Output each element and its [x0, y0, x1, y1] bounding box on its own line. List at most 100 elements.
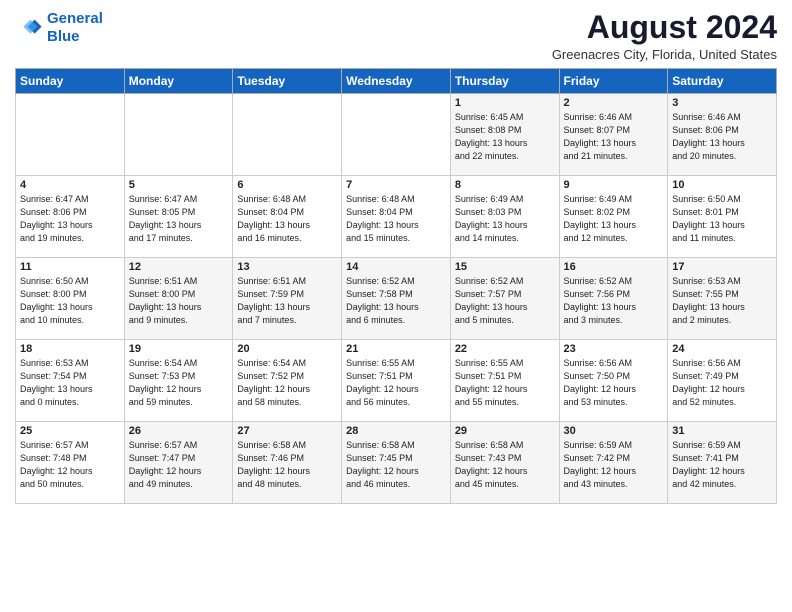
day-info: Sunrise: 6:47 AMSunset: 8:05 PMDaylight:…	[129, 193, 229, 245]
logo-icon	[15, 14, 43, 42]
col-tuesday: Tuesday	[233, 69, 342, 94]
day-number: 3	[672, 97, 772, 109]
day-number: 7	[346, 179, 446, 191]
day-number: 8	[455, 179, 555, 191]
day-info: Sunrise: 6:51 AMSunset: 7:59 PMDaylight:…	[237, 275, 337, 327]
calendar-cell	[342, 94, 451, 176]
calendar-table: Sunday Monday Tuesday Wednesday Thursday…	[15, 68, 777, 504]
day-number: 16	[564, 261, 664, 273]
day-info: Sunrise: 6:54 AMSunset: 7:53 PMDaylight:…	[129, 357, 229, 409]
location: Greenacres City, Florida, United States	[552, 47, 777, 62]
day-number: 22	[455, 343, 555, 355]
day-number: 13	[237, 261, 337, 273]
calendar-cell: 15 Sunrise: 6:52 AMSunset: 7:57 PMDayligh…	[450, 258, 559, 340]
day-info: Sunrise: 6:59 AMSunset: 7:41 PMDaylight:…	[672, 439, 772, 491]
calendar-cell: 2 Sunrise: 6:46 AMSunset: 8:07 PMDaylight…	[559, 94, 668, 176]
calendar-cell: 5 Sunrise: 6:47 AMSunset: 8:05 PMDaylight…	[124, 176, 233, 258]
logo: General Blue	[15, 10, 103, 46]
logo-line2: Blue	[47, 28, 80, 45]
day-info: Sunrise: 6:53 AMSunset: 7:55 PMDaylight:…	[672, 275, 772, 327]
calendar-cell: 30 Sunrise: 6:59 AMSunset: 7:42 PMDayligh…	[559, 422, 668, 504]
calendar-cell: 22 Sunrise: 6:55 AMSunset: 7:51 PMDayligh…	[450, 340, 559, 422]
page: General Blue August 2024 Greenacres City…	[0, 0, 792, 514]
calendar-cell: 12 Sunrise: 6:51 AMSunset: 8:00 PMDayligh…	[124, 258, 233, 340]
calendar-cell: 26 Sunrise: 6:57 AMSunset: 7:47 PMDayligh…	[124, 422, 233, 504]
calendar-cell: 25Sunrise: 6:57 AMSunset: 7:48 PMDayligh…	[16, 422, 125, 504]
day-info: Sunrise: 6:51 AMSunset: 8:00 PMDaylight:…	[129, 275, 229, 327]
calendar-cell: 4 Sunrise: 6:47 AMSunset: 8:06 PMDaylight…	[16, 176, 125, 258]
col-monday: Monday	[124, 69, 233, 94]
day-info: Sunrise: 6:46 AMSunset: 8:07 PMDaylight:…	[564, 111, 664, 163]
day-number: 18	[20, 343, 120, 355]
calendar-cell	[16, 94, 125, 176]
day-number: 30	[564, 425, 664, 437]
calendar-cell: 20Sunrise: 6:54 AMSunset: 7:52 PMDayligh…	[233, 340, 342, 422]
calendar-week-2: 4 Sunrise: 6:47 AMSunset: 8:06 PMDaylight…	[16, 176, 777, 258]
day-number: 2	[564, 97, 664, 109]
calendar-cell: 11 Sunrise: 6:50 AMSunset: 8:00 PMDayligh…	[16, 258, 125, 340]
day-info: Sunrise: 6:57 AMSunset: 7:47 PMDaylight:…	[129, 439, 229, 491]
day-number: 17	[672, 261, 772, 273]
day-info: Sunrise: 6:48 AMSunset: 8:04 PMDaylight:…	[237, 193, 337, 245]
day-number: 11	[20, 261, 120, 273]
calendar-cell: 19 Sunrise: 6:54 AMSunset: 7:53 PMDayligh…	[124, 340, 233, 422]
day-number: 28	[346, 425, 446, 437]
day-info: Sunrise: 6:49 AMSunset: 8:03 PMDaylight:…	[455, 193, 555, 245]
calendar-cell: 23 Sunrise: 6:56 AMSunset: 7:50 PMDayligh…	[559, 340, 668, 422]
day-number: 1	[455, 97, 555, 109]
day-info: Sunrise: 6:55 AMSunset: 7:51 PMDaylight:…	[455, 357, 555, 409]
calendar-cell: 27 Sunrise: 6:58 AMSunset: 7:46 PMDayligh…	[233, 422, 342, 504]
day-number: 4	[20, 179, 120, 191]
logo-line1: General	[47, 10, 103, 27]
day-number: 15	[455, 261, 555, 273]
day-number: 26	[129, 425, 229, 437]
day-info: Sunrise: 6:52 AMSunset: 7:56 PMDaylight:…	[564, 275, 664, 327]
day-info: Sunrise: 6:52 AMSunset: 7:58 PMDaylight:…	[346, 275, 446, 327]
calendar-cell: 28 Sunrise: 6:58 AMSunset: 7:45 PMDayligh…	[342, 422, 451, 504]
day-number: 9	[564, 179, 664, 191]
day-number: 5	[129, 179, 229, 191]
col-wednesday: Wednesday	[342, 69, 451, 94]
day-number: 14	[346, 261, 446, 273]
day-number: 23	[564, 343, 664, 355]
day-info: Sunrise: 6:50 AMSunset: 8:00 PMDaylight:…	[20, 275, 120, 327]
day-number: 27	[237, 425, 337, 437]
calendar-cell: 1 Sunrise: 6:45 AMSunset: 8:08 PMDaylight…	[450, 94, 559, 176]
day-info: Sunrise: 6:47 AMSunset: 8:06 PMDaylight:…	[20, 193, 120, 245]
calendar-cell: 21 Sunrise: 6:55 AMSunset: 7:51 PMDayligh…	[342, 340, 451, 422]
day-info: Sunrise: 6:58 AMSunset: 7:45 PMDaylight:…	[346, 439, 446, 491]
col-thursday: Thursday	[450, 69, 559, 94]
col-saturday: Saturday	[668, 69, 777, 94]
calendar-cell: 18 Sunrise: 6:53 AMSunset: 7:54 PMDayligh…	[16, 340, 125, 422]
day-info: Sunrise: 6:53 AMSunset: 7:54 PMDaylight:…	[20, 357, 120, 409]
day-info: Sunrise: 6:59 AMSunset: 7:42 PMDaylight:…	[564, 439, 664, 491]
calendar-cell: 29 Sunrise: 6:58 AMSunset: 7:43 PMDayligh…	[450, 422, 559, 504]
day-info: Sunrise: 6:58 AMSunset: 7:43 PMDaylight:…	[455, 439, 555, 491]
day-info: Sunrise: 6:58 AMSunset: 7:46 PMDaylight:…	[237, 439, 337, 491]
logo-text: General Blue	[47, 10, 103, 46]
calendar-cell: 9Sunrise: 6:49 AMSunset: 8:02 PMDaylight…	[559, 176, 668, 258]
day-number: 12	[129, 261, 229, 273]
day-info: Sunrise: 6:56 AMSunset: 7:49 PMDaylight:…	[672, 357, 772, 409]
calendar-cell: 31Sunrise: 6:59 AMSunset: 7:41 PMDayligh…	[668, 422, 777, 504]
day-info: Sunrise: 6:50 AMSunset: 8:01 PMDaylight:…	[672, 193, 772, 245]
day-info: Sunrise: 6:56 AMSunset: 7:50 PMDaylight:…	[564, 357, 664, 409]
day-number: 21	[346, 343, 446, 355]
calendar-cell	[124, 94, 233, 176]
header: General Blue August 2024 Greenacres City…	[15, 10, 777, 62]
calendar-cell: 10Sunrise: 6:50 AMSunset: 8:01 PMDayligh…	[668, 176, 777, 258]
day-info: Sunrise: 6:46 AMSunset: 8:06 PMDaylight:…	[672, 111, 772, 163]
day-number: 29	[455, 425, 555, 437]
calendar-cell: 24 Sunrise: 6:56 AMSunset: 7:49 PMDayligh…	[668, 340, 777, 422]
day-number: 24	[672, 343, 772, 355]
calendar-week-1: 1 Sunrise: 6:45 AMSunset: 8:08 PMDaylight…	[16, 94, 777, 176]
title-area: August 2024 Greenacres City, Florida, Un…	[552, 10, 777, 62]
day-info: Sunrise: 6:45 AMSunset: 8:08 PMDaylight:…	[455, 111, 555, 163]
calendar-cell: 16 Sunrise: 6:52 AMSunset: 7:56 PMDayligh…	[559, 258, 668, 340]
calendar-week-4: 18 Sunrise: 6:53 AMSunset: 7:54 PMDayligh…	[16, 340, 777, 422]
day-info: Sunrise: 6:48 AMSunset: 8:04 PMDaylight:…	[346, 193, 446, 245]
day-info: Sunrise: 6:55 AMSunset: 7:51 PMDaylight:…	[346, 357, 446, 409]
day-number: 19	[129, 343, 229, 355]
calendar-cell: 7 Sunrise: 6:48 AMSunset: 8:04 PMDaylight…	[342, 176, 451, 258]
day-info: Sunrise: 6:52 AMSunset: 7:57 PMDaylight:…	[455, 275, 555, 327]
